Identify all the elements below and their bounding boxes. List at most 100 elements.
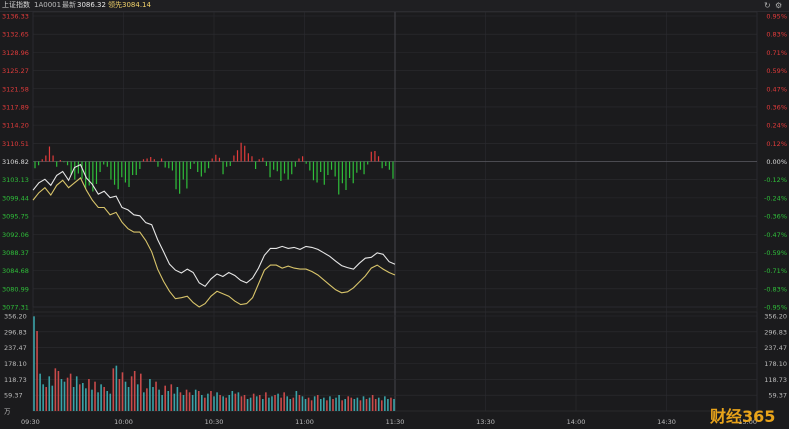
volume-bar: [271, 396, 273, 411]
price-tick-label-left: 3110.51: [2, 140, 29, 148]
volume-bar: [85, 388, 87, 411]
price-tick-label-left: 3088.37: [2, 249, 29, 257]
price-tick-label-right: -0.24%: [764, 194, 787, 202]
price-tick-label-left: 3095.75: [2, 213, 29, 221]
volume-bar: [246, 398, 249, 411]
volume-bar: [100, 384, 102, 411]
volume-bar: [234, 393, 237, 411]
volume-bar: [338, 394, 340, 411]
volume-bar: [298, 394, 301, 411]
volume-bar: [54, 368, 57, 411]
volume-bar: [130, 376, 133, 411]
time-label: 14:00: [567, 418, 586, 426]
volume-bar: [42, 384, 44, 411]
volume-bar: [390, 397, 392, 411]
volume-bar: [75, 376, 78, 411]
volume-bar: [374, 398, 377, 411]
volume-bar: [265, 392, 267, 411]
volume-bar: [179, 392, 182, 411]
volume-bar: [109, 393, 112, 411]
volume-tick-label-left: 356.20: [4, 313, 27, 321]
volume-bar: [252, 393, 255, 411]
price-tick-label-right: -0.47%: [764, 231, 787, 239]
volume-bar: [155, 381, 157, 411]
volume-bar: [353, 398, 356, 411]
volume-bar: [188, 392, 191, 411]
volume-bar: [368, 397, 371, 411]
volume-bar: [161, 394, 163, 411]
volume-bar: [173, 393, 176, 411]
price-tick-label-right: 0.59%: [766, 67, 787, 75]
volume-bar: [33, 316, 35, 411]
volume-bar: [191, 394, 194, 411]
volume-bar: [216, 392, 218, 411]
volume-tick-label-left: 178.10: [4, 360, 27, 368]
volume-bar: [283, 392, 285, 411]
volume-bar: [66, 377, 69, 411]
volume-tick-label-left: 59.37: [4, 392, 23, 400]
volume-bar: [228, 394, 231, 411]
volume-bar: [292, 397, 295, 411]
price-tick-label-left: 3084.68: [2, 267, 29, 275]
volume-bar: [243, 394, 246, 411]
volume-bar: [347, 396, 350, 411]
volume-bar: [210, 390, 212, 411]
volume-bar: [207, 393, 209, 411]
time-label: 10:00: [114, 418, 133, 426]
watermark-logo: 财经365: [710, 407, 776, 426]
volume-bar: [194, 389, 197, 411]
price-tick-label-left: 3103.13: [2, 176, 29, 184]
volume-tick-label-left: 237.47: [4, 344, 27, 352]
intraday-chart[interactable]: 3136.33 0.95% 3132.65 0.83% 3128.96 0.71% 3125…: [0, 0, 789, 429]
volume-bar: [301, 396, 304, 411]
price-tick-label-right: 0.71%: [766, 49, 787, 57]
price-tick-label-right: -0.83%: [764, 285, 787, 293]
volume-bar: [82, 382, 84, 411]
volume-bar: [167, 390, 170, 411]
volume-bar: [213, 396, 215, 411]
volume-bar: [255, 396, 258, 411]
volume-bar: [48, 376, 51, 411]
volume-bar: [121, 372, 124, 411]
volume-bar: [371, 394, 374, 411]
price-tick-label-right: 0.95%: [766, 13, 787, 21]
price-tick-label-left: 3106.82: [2, 158, 29, 166]
volume-bar: [258, 394, 261, 411]
volume-tick-label-right: 356.20: [764, 313, 787, 321]
volume-bar: [362, 396, 365, 411]
volume-bar: [344, 398, 346, 411]
volume-bar: [310, 400, 313, 411]
volume-bar: [280, 397, 282, 411]
volume-bar: [72, 386, 75, 411]
volume-bar: [341, 400, 343, 411]
volume-bar: [45, 386, 48, 411]
price-tick-label-left: 3077.31: [2, 304, 29, 312]
time-label: 13:30: [476, 418, 495, 426]
volume-bar: [88, 378, 90, 411]
volume-bar: [200, 394, 203, 411]
volume-bar: [313, 396, 316, 411]
price-tick-label-left: 3117.89: [2, 103, 29, 111]
price-tick-label-left: 3125.27: [2, 67, 29, 75]
volume-bar: [176, 386, 179, 411]
volume-bar: [319, 398, 322, 411]
volume-tick-label-right: 237.47: [764, 344, 787, 352]
volume-bar: [219, 394, 221, 411]
volume-tick-label-right: 59.37: [768, 392, 787, 400]
price-tick-label-left: 3080.99: [2, 285, 29, 293]
volume-bar: [164, 385, 166, 411]
volume-bar: [197, 390, 200, 411]
time-label: 11:00: [295, 418, 314, 426]
volume-bar: [237, 392, 240, 411]
volume-bar: [326, 400, 328, 411]
volume-bar: [158, 389, 160, 411]
price-tick-label-right: -0.71%: [764, 267, 787, 275]
price-tick-label-right: 0.83%: [766, 31, 787, 39]
quote-chart-window: 上证指数 1A0001 最新 3086.32 领先 3084.14 ↻ ⚙ 31…: [0, 0, 789, 429]
volume-bar: [182, 394, 185, 411]
volume-bar: [384, 396, 386, 411]
volume-bar: [359, 400, 362, 411]
volume-tick-label-right: 296.83: [764, 328, 787, 336]
volume-bar: [204, 397, 206, 411]
volume-bar: [115, 365, 118, 411]
